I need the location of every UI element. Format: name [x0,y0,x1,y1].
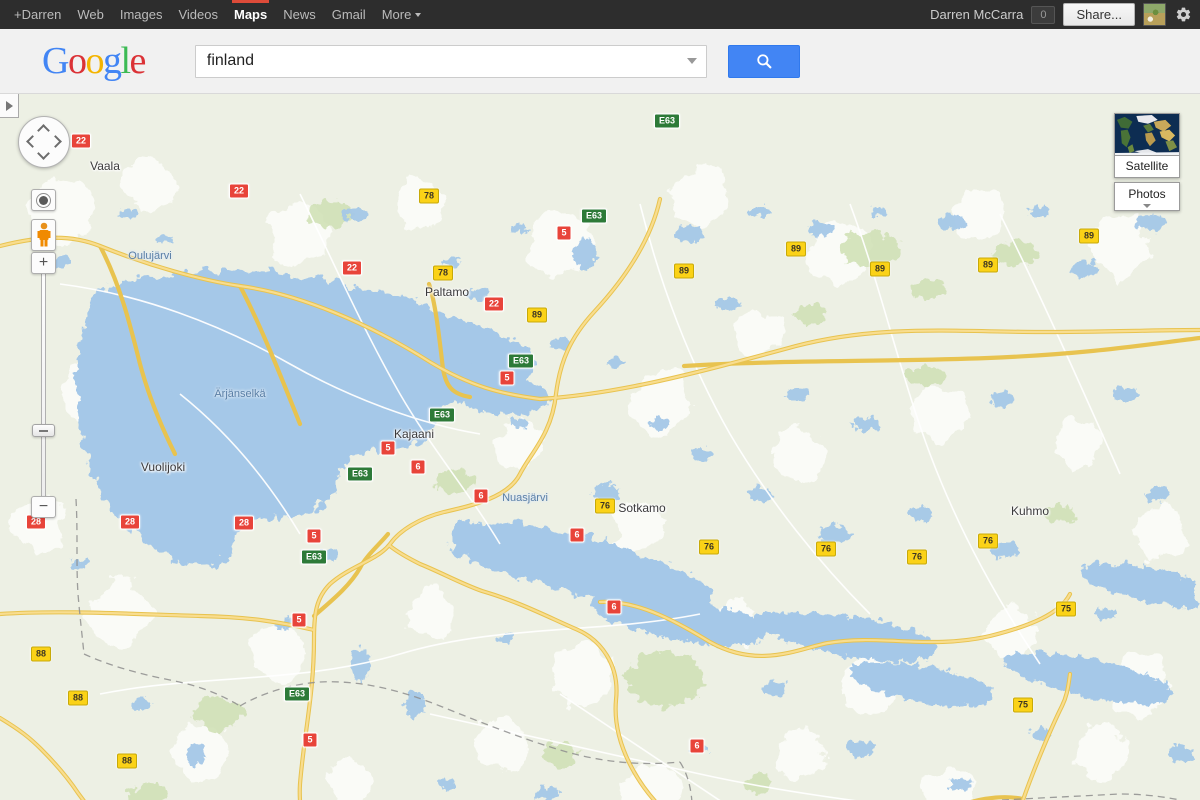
nav-item-darren[interactable]: +Darren [6,0,69,29]
search-input[interactable] [195,45,707,78]
satellite-thumbnail-icon [1115,114,1179,156]
google-logo: Google [42,42,145,80]
top-nav-account-area: Darren McCarra 0 Share... [930,0,1200,29]
search-icon [755,52,773,70]
nav-item-label: Maps [234,7,267,22]
nav-item-videos[interactable]: Videos [170,0,226,29]
satellite-map-type-button[interactable]: Satellite [1114,113,1180,178]
profile-avatar[interactable] [1143,3,1166,26]
pan-right-arrow-icon[interactable] [49,135,62,148]
zoom-in-button[interactable]: + [31,252,56,274]
nav-item-gmail[interactable]: Gmail [324,0,374,29]
notification-badge[interactable]: 0 [1031,6,1055,24]
street-view-pegman-button[interactable] [31,219,56,251]
photos-map-type-button[interactable]: Photos [1114,182,1180,211]
pan-down-arrow-icon[interactable] [37,147,50,160]
nav-item-news[interactable]: News [275,0,324,29]
search-field-wrapper [195,45,707,78]
logo-letter: o [68,40,86,82]
nav-item-more[interactable]: More [374,0,430,29]
nav-item-label: Videos [178,7,218,22]
zoom-slider-handle[interactable] [32,424,55,437]
map-viewport[interactable]: VaalaOulujärviPaltamoÄrjänselkäKajaaniVu… [0,94,1200,800]
nav-item-label: Web [77,7,104,22]
location-dot-icon [39,196,48,205]
top-navigation-bar: +DarrenWebImagesVideosMapsNewsGmailMore … [0,0,1200,29]
search-header: Google [0,29,1200,94]
chevron-down-icon [415,13,421,17]
logo-letter: G [42,40,68,82]
nav-item-label: Images [120,7,163,22]
center-location-button[interactable] [31,189,56,211]
account-name: Darren McCarra [930,7,1023,22]
chevron-down-icon[interactable] [687,58,697,64]
panel-expand-arrow[interactable] [0,94,19,118]
nav-item-web[interactable]: Web [69,0,112,29]
top-nav-links: +Darren Web Images Videos Maps News Gmail More [0,0,429,29]
pan-control[interactable] [18,116,70,168]
chevron-down-icon [1143,204,1151,208]
pan-left-arrow-icon[interactable] [26,135,39,148]
chevron-right-icon [6,101,13,111]
pan-up-arrow-icon[interactable] [37,124,50,137]
nav-item-label: More [382,7,412,22]
logo-letter: o [85,40,103,82]
logo-letter: e [130,40,145,82]
zoom-out-button[interactable]: − [31,496,56,518]
search-button[interactable] [728,45,800,78]
nav-item-label: Gmail [332,7,366,22]
nav-item-label: News [283,7,316,22]
pegman-icon [36,222,52,248]
logo-letter: g [103,40,121,82]
share-button[interactable]: Share... [1063,3,1135,26]
logo-letter: l [120,40,129,82]
zoom-slider-track[interactable] [41,274,46,496]
nav-item-label: +Darren [14,7,61,22]
photos-label: Photos [1115,187,1179,201]
map-tiles [0,94,1200,800]
slider-grip-icon [39,430,48,432]
nav-item-images[interactable]: Images [112,0,171,29]
nav-item-maps[interactable]: Maps [226,0,275,29]
gear-icon[interactable] [1174,6,1192,24]
satellite-label: Satellite [1115,156,1179,177]
